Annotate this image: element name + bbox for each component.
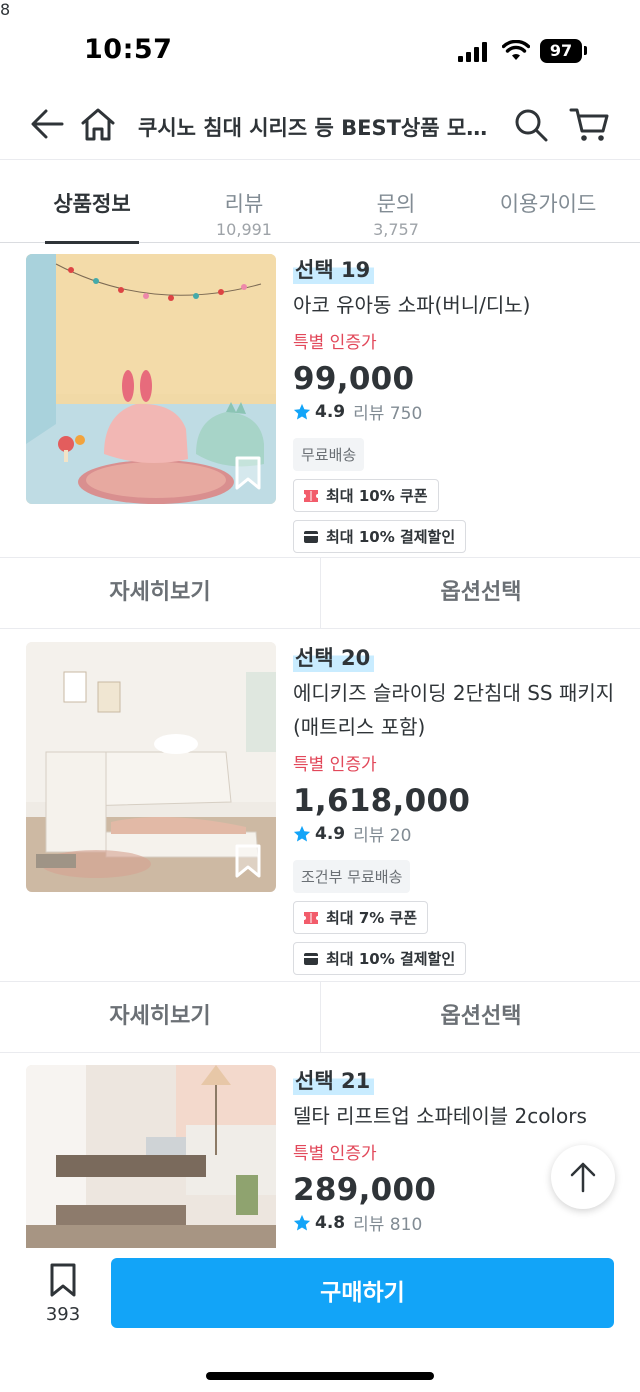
review-count: 리뷰 810 <box>353 1215 423 1235</box>
bookmark-icon[interactable] <box>234 456 262 490</box>
tab-label: 상품정보 <box>53 192 131 216</box>
product-rating: 4.8 리뷰 810 <box>293 1210 623 1235</box>
product-info: 선택 20 에디키즈 슬라이딩 2단침대 SS 패키지(매트리스 포함) 특별 … <box>293 642 623 975</box>
coupon-label: 최대 10% 쿠폰 <box>326 487 428 505</box>
tab-label: 문의 <box>376 192 416 216</box>
page-title: 쿠시노 침대 시리즈 등 BEST상품 모… <box>138 116 488 140</box>
payment-label: 최대 10% 결제할인 <box>326 528 456 546</box>
bookmark-icon[interactable] <box>234 844 262 878</box>
rating-score: 4.9 <box>315 823 346 844</box>
tab-inquiries[interactable]: 문의 3,757 <box>346 161 446 243</box>
star-icon <box>293 403 311 419</box>
payment-discount-chip[interactable]: 최대 10% 결제할인 <box>293 520 467 553</box>
product-actions: 자세히보기 옵션선택 <box>0 557 640 629</box>
select-option-button[interactable]: 옵션선택 <box>321 558 640 628</box>
scrap-count: 393 <box>45 1304 81 1325</box>
product-name[interactable]: 에디키즈 슬라이딩 2단침대 SS 패키지(매트리스 포함) <box>293 676 623 744</box>
tab-count: 10,991 <box>216 220 272 239</box>
view-detail-button[interactable]: 자세히보기 <box>0 982 320 1052</box>
coupon-chip[interactable]: 최대 10% 쿠폰 <box>293 479 439 512</box>
card-icon <box>304 530 318 543</box>
product-rating: 4.9 리뷰 750 <box>293 399 623 424</box>
tab-bar: 상품정보 리뷰 10,991 문의 3,757 이용가이드 <box>0 161 640 244</box>
shipping-badge: 조건부 무료배송 <box>293 860 411 893</box>
star-icon <box>293 1214 311 1230</box>
tab-product-info[interactable]: 상품정보 <box>45 161 139 244</box>
back-arrow-icon[interactable] <box>28 104 68 144</box>
product-actions: 자세히보기 옵션선택 <box>0 981 640 1053</box>
search-icon[interactable] <box>512 106 550 144</box>
scrap-button[interactable]: 393 <box>28 1262 98 1332</box>
star-icon <box>293 825 311 841</box>
product-info: 선택 19 아코 유아동 소파(버니/디노) 특별 인증가 99,000 4.9… <box>293 254 623 553</box>
card-icon <box>304 952 318 965</box>
special-price-label: 특별 인증가 <box>293 333 377 353</box>
coupon-label: 최대 7% 쿠폰 <box>326 909 418 927</box>
status-bar: 10:57 97 <box>0 0 640 96</box>
shipping-badge: 무료배송 <box>293 438 365 471</box>
home-indicator <box>206 1372 434 1380</box>
product-image[interactable] <box>26 642 276 892</box>
payment-label: 최대 10% 결제할인 <box>326 950 456 968</box>
rating-score: 4.9 <box>315 401 346 422</box>
buy-button[interactable]: 구매하기 <box>111 1258 614 1328</box>
selection-label: 선택 20 <box>293 642 375 672</box>
selection-label: 선택 21 <box>293 1065 375 1095</box>
sofa-table-photo <box>26 1065 276 1248</box>
payment-discount-chip[interactable]: 최대 10% 결제할인 <box>293 942 467 975</box>
product-name[interactable]: 델타 리프트업 소파테이블 2colors <box>293 1099 623 1133</box>
product-name[interactable]: 아코 유아동 소파(버니/디노) <box>293 288 623 322</box>
tab-underline <box>45 241 139 244</box>
special-price-label: 특별 인증가 <box>293 755 377 775</box>
bookmark-icon <box>50 1263 76 1297</box>
battery-tip <box>584 46 587 55</box>
product-price: 99,000 <box>293 361 415 397</box>
battery-indicator: 97 <box>540 39 582 63</box>
select-option-button[interactable]: 옵션선택 <box>321 982 640 1052</box>
product-price: 1,618,000 <box>293 783 471 819</box>
coupon-icon <box>304 489 318 502</box>
signal-icon <box>458 42 487 62</box>
coupon-chip[interactable]: 최대 7% 쿠폰 <box>293 901 429 934</box>
rating-score: 4.8 <box>315 1212 346 1233</box>
home-icon[interactable] <box>78 104 118 144</box>
wifi-icon <box>502 40 530 60</box>
view-detail-button[interactable]: 자세히보기 <box>0 558 320 628</box>
scroll-to-top-button[interactable] <box>551 1145 615 1209</box>
status-time: 10:57 <box>84 34 173 65</box>
tab-guide[interactable]: 이용가이드 <box>490 161 606 243</box>
review-count: 리뷰 750 <box>353 404 423 424</box>
tab-label: 리뷰 <box>224 192 264 216</box>
product-rating: 4.9 리뷰 20 <box>293 821 623 846</box>
coupon-icon <box>304 911 318 924</box>
tab-reviews[interactable]: 리뷰 10,991 <box>194 161 294 243</box>
review-count: 리뷰 20 <box>353 826 412 846</box>
product-image[interactable] <box>26 1065 276 1248</box>
selection-label: 선택 19 <box>293 254 375 284</box>
tab-label: 이용가이드 <box>499 192 597 216</box>
cart-icon[interactable] <box>568 104 612 144</box>
product-image[interactable] <box>26 254 276 504</box>
arrow-up-icon <box>570 1162 596 1193</box>
top-navigation: 쿠시노 침대 시리즈 등 BEST상품 모… <box>0 96 640 160</box>
tab-count: 3,757 <box>373 220 419 239</box>
bottom-action-bar: 393 구매하기 <box>0 1248 640 1392</box>
